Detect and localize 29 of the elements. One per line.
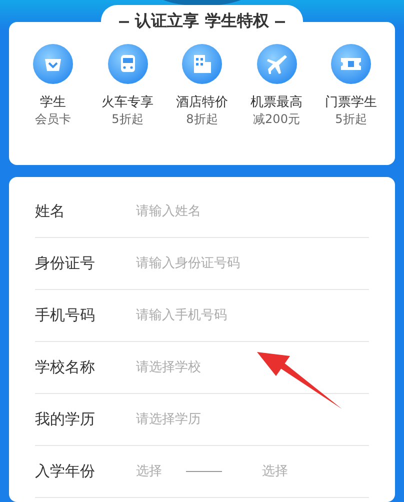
select-field[interactable]: 选择 [136,464,176,479]
field-label: 我的学历 [35,410,96,429]
benefit-title: 门票学生 [325,94,377,111]
banner-title: 认证立享 学生特权 [135,11,269,32]
input-field[interactable]: 请输入身份证号码 [136,256,369,271]
field-label: 入学年份 [35,462,96,481]
benefit-subtitle: 会员卡 [35,111,71,128]
field-label: 手机号码 [35,306,96,325]
select-field[interactable]: 请选择学校 [136,360,369,375]
ticket-icon[interactable] [331,44,371,84]
field-label: 学校名称 [35,358,96,377]
field-label: 身份证号 [35,254,96,273]
benefit-title: 火车专享 [102,94,154,111]
benefit-title: 学生 [40,94,66,111]
train-icon[interactable] [108,44,148,84]
building-icon[interactable] [182,44,222,84]
benefit-subtitle: 5折起 [112,111,144,128]
benefit-subtitle: 减200元 [253,111,300,128]
plane-icon[interactable] [256,44,296,84]
benefit-subtitle: 8折起 [186,111,218,128]
input-field[interactable]: 请输入姓名 [136,204,369,219]
benefit-title: 酒店特价 [176,94,228,111]
input-field[interactable]: 请输入手机号码 [136,308,369,323]
field-label: 姓名 [35,202,66,221]
select-field[interactable]: 选择 [262,464,302,479]
benefit-title: 机票最高 [250,94,302,111]
basket-icon[interactable] [33,44,73,84]
benefit-subtitle: 5折起 [335,111,367,128]
select-field[interactable]: 请选择学历 [136,412,369,427]
